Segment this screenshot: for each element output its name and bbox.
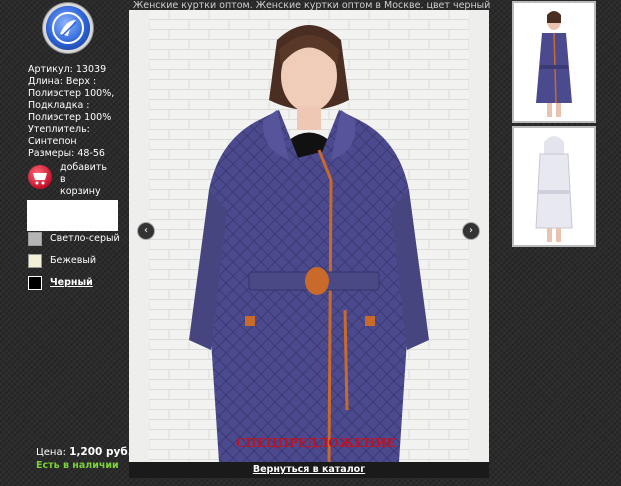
add-to-cart-button[interactable]: добавить в корзину [28,162,124,198]
color-swatch [28,254,42,268]
cart-label-line2: в [60,174,66,185]
chevron-right-icon: › [469,225,473,236]
color-label: Светло-серый [50,233,120,244]
insulation-label: Утеплитель: [28,124,90,135]
insulation-value: Синтепон [28,136,77,147]
price-label: Цена: [36,447,66,458]
chevron-left-icon: ‹ [144,225,148,236]
cart-icon [28,165,52,189]
color-swatch [28,276,42,290]
price-value: 1,200 руб. [69,446,132,458]
back-to-catalog-link[interactable]: Вернуться в каталог [129,462,489,478]
length-label: Длина: Верх : [28,76,97,87]
prev-image-button[interactable]: ‹ [137,222,155,240]
product-info: Артикул: 13039 Длина: Верх : Полиэстер 1… [28,64,124,160]
next-image-button[interactable]: › [462,222,480,240]
cart-label-line3: корзину [60,186,101,197]
article-number: Артикул: 13039 [28,64,107,75]
size-selector[interactable] [27,200,118,231]
lining-label: Подкладка : [28,100,90,111]
brand-logo[interactable] [46,6,90,50]
price: Цена: 1,200 руб. [36,446,132,458]
color-label: Бежевый [50,255,97,266]
product-photo [149,10,469,462]
back-to-catalog-label: Вернуться в каталог [252,464,366,475]
thumbnail-back[interactable] [512,126,596,247]
add-to-cart-label: добавить в корзину [60,162,120,198]
material-top: Полиэстер 100%, [28,88,115,99]
color-swatch [28,232,42,246]
material-lining: Полиэстер 100% [28,112,112,123]
brand-logo-icon [52,12,84,44]
thumbnail-front[interactable] [512,1,596,123]
product-photo-frame [129,10,489,476]
sizes: Размеры: 48-56 [28,148,105,159]
cart-label-line1: добавить [60,162,107,173]
color-label-selected: Черный [50,277,93,288]
stock-status: Есть в наличии [36,460,119,471]
special-offer-stamp: СПЕЦПРЕДЛОЖЕНИЕ [236,436,396,450]
